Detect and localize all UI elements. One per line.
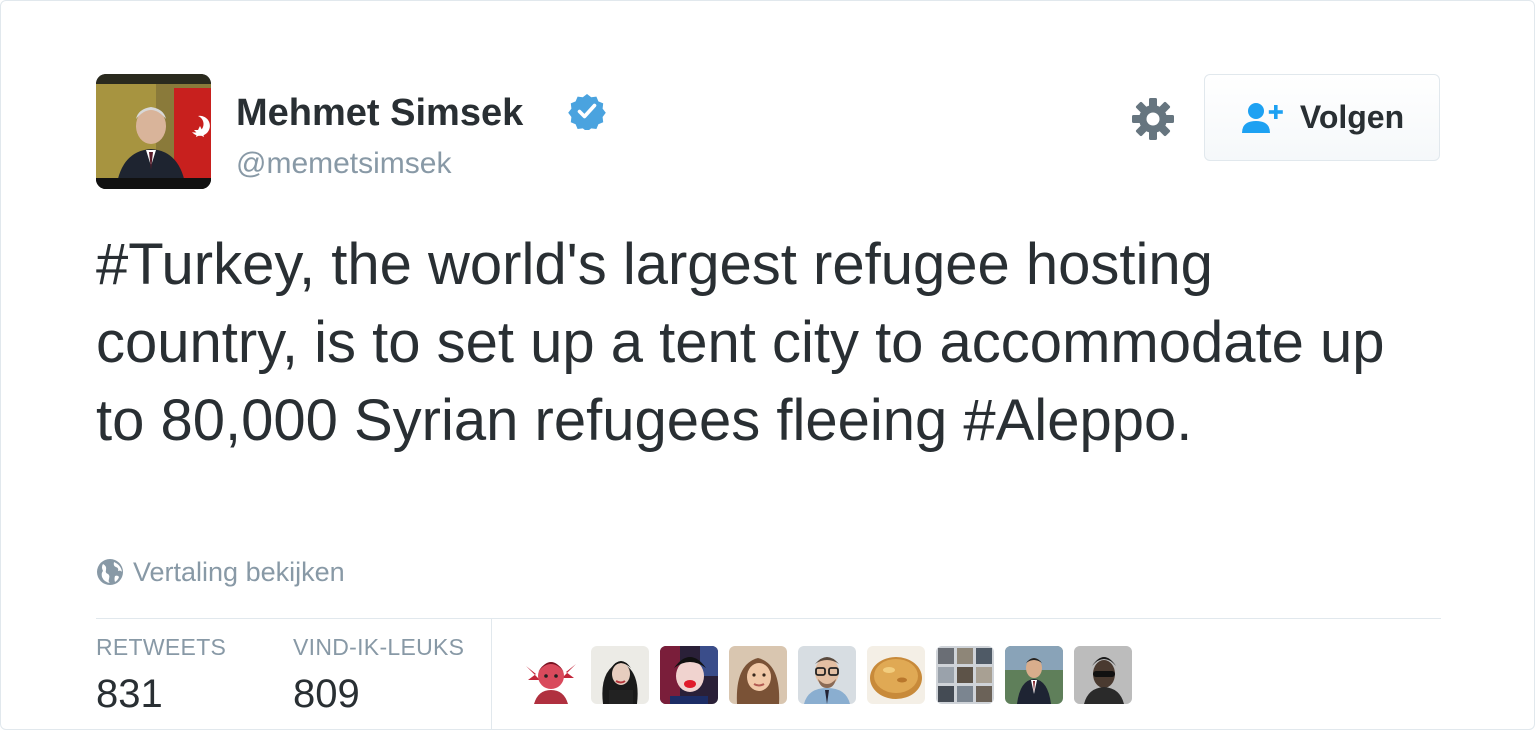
stats-divider-top — [96, 618, 1441, 619]
liker-avatar[interactable] — [1005, 646, 1063, 704]
liker-avatar[interactable] — [1074, 646, 1132, 704]
verified-badge-icon — [568, 94, 606, 130]
liker-avatar[interactable] — [591, 646, 649, 704]
author-handle[interactable]: @memetsimsek — [236, 144, 451, 184]
retweets-stat[interactable]: RETWEETS 831 — [96, 633, 226, 719]
add-user-icon — [1241, 102, 1283, 133]
liker-avatar[interactable] — [936, 646, 994, 704]
avatar-image — [96, 74, 211, 189]
stats-separator — [491, 619, 492, 729]
globe-icon — [97, 559, 123, 585]
liker-avatar[interactable] — [522, 646, 580, 704]
liker-avatar[interactable] — [729, 646, 787, 704]
follow-button-label: Volgen — [1299, 99, 1405, 135]
follow-button[interactable]: Volgen — [1204, 74, 1440, 161]
liker-avatar[interactable] — [867, 646, 925, 704]
retweets-count: 831 — [96, 672, 163, 716]
liker-avatar[interactable] — [660, 646, 718, 704]
tweet-text: #Turkey, the world's largest refugee hos… — [96, 232, 1385, 453]
likes-label: VIND-IK-LEUKS — [293, 634, 465, 660]
author-avatar[interactable] — [96, 74, 211, 189]
gear-icon[interactable] — [1130, 96, 1176, 142]
liker-avatar[interactable] — [798, 646, 856, 704]
translate-label: Vertaling bekijken — [133, 556, 345, 587]
retweets-label: RETWEETS — [96, 634, 227, 660]
likers-avatars — [522, 646, 1132, 704]
tweet-card: Mehmet Simsek @memetsimsek Volgen #Turke… — [0, 0, 1535, 730]
likes-count: 809 — [293, 672, 360, 716]
author-name[interactable]: Mehmet Simsek — [236, 89, 523, 137]
likes-stat[interactable]: VIND-IK-LEUKS 809 — [293, 633, 464, 719]
translate-link[interactable]: Vertaling bekijken — [96, 554, 345, 590]
